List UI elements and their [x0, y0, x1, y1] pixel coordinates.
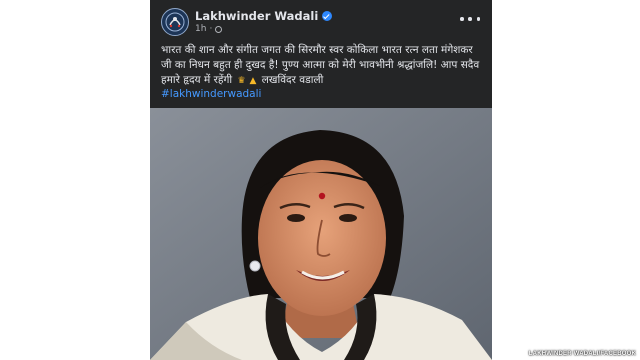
- author-name-row: Lakhwinder Wadali: [195, 9, 333, 23]
- post-header: Lakhwinder Wadali 1h ·: [150, 0, 492, 40]
- more-options-icon[interactable]: [460, 12, 480, 26]
- caption-line: भारत की शान और संगीत जगत की सिरमौर स्वर …: [161, 44, 473, 56]
- avatar-logo-icon: [163, 10, 187, 34]
- photo-credit: LAKHWINDER WADALI/FACEBOOK: [528, 351, 636, 357]
- post-caption: भारत की शान और संगीत जगत की सिरमौर स्वर …: [161, 43, 481, 89]
- caption-line: जी का निधन बहुत ही दुखद है! पुण्य आत्मा …: [161, 59, 480, 71]
- post-photo[interactable]: [150, 108, 492, 360]
- caption-line: हमारे हृदय में रहेंगी ♛ ▲ लखविंदर वडाली: [161, 73, 481, 89]
- hashtag-link[interactable]: #lakhwinderwadali: [161, 88, 261, 100]
- post-time[interactable]: 1h: [195, 24, 206, 34]
- crown-emoji-icon: ♛: [237, 76, 246, 86]
- facebook-post-card: Lakhwinder Wadali 1h · भारत की शान और सं…: [150, 0, 492, 360]
- globe-icon: [215, 25, 223, 33]
- meta-separator: ·: [209, 24, 213, 34]
- verified-badge-icon: [322, 11, 333, 21]
- more-dot: [460, 17, 464, 21]
- caption-line-text: हमारे हृदय में रहेंगी: [161, 74, 233, 86]
- portrait-illustration: [150, 108, 492, 360]
- author-name[interactable]: Lakhwinder Wadali: [195, 9, 318, 23]
- more-dot: [468, 17, 472, 21]
- caption-signature: लखविंदर वडाली: [261, 74, 324, 86]
- post-meta: 1h ·: [195, 24, 223, 34]
- author-avatar[interactable]: [161, 8, 189, 36]
- more-dot: [476, 17, 480, 21]
- praying-hands-emoji-icon: ▲: [249, 76, 257, 86]
